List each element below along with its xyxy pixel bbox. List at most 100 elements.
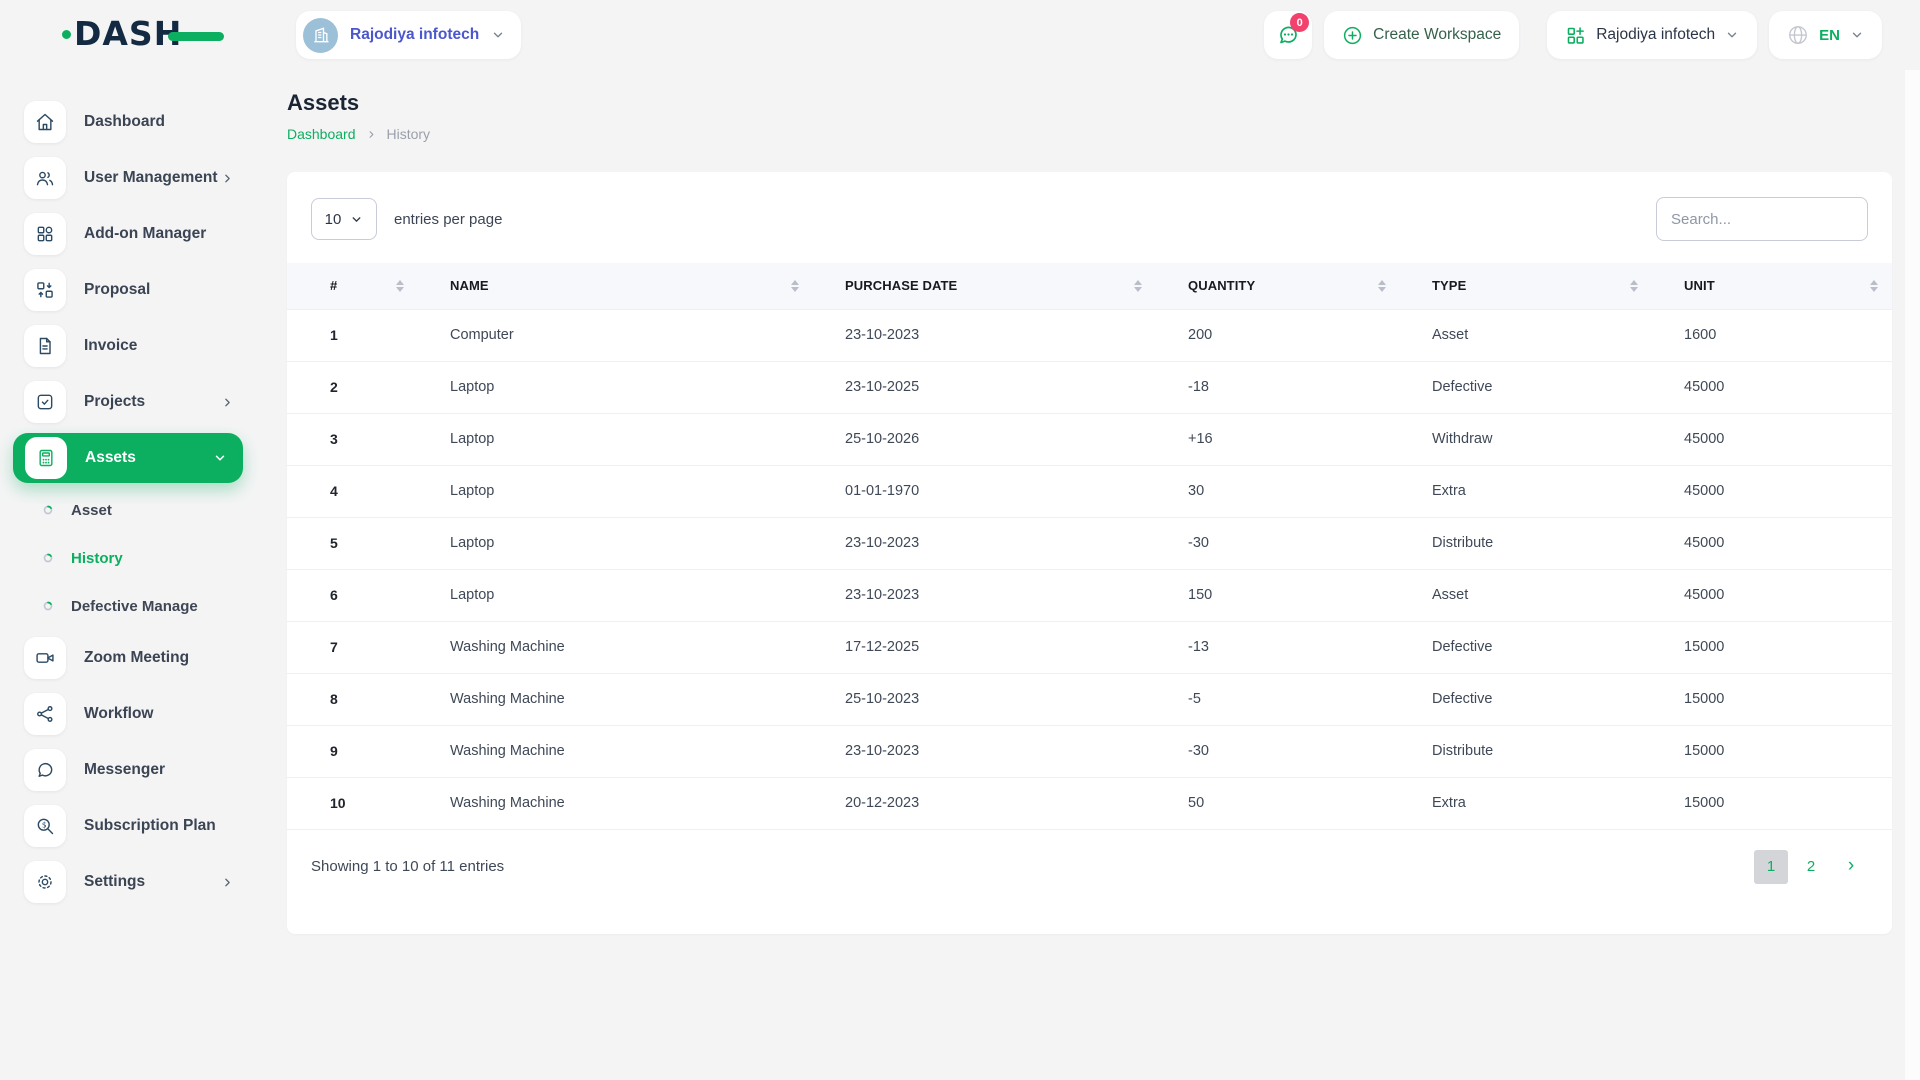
sidebar-item-addon-manager[interactable]: Add-on Manager xyxy=(0,206,256,262)
bullet-icon xyxy=(43,505,53,515)
cell-quantity: -13 xyxy=(1168,620,1412,673)
cell-purchase-date: 25-10-2023 xyxy=(825,672,1168,725)
company-name: Rajodiya infotech xyxy=(1596,26,1716,43)
cell-quantity: -18 xyxy=(1168,360,1412,413)
cell-quantity: 30 xyxy=(1168,464,1412,517)
cell-unit: 45000 xyxy=(1664,568,1892,621)
message-bubble-icon xyxy=(24,749,66,791)
check-square-icon xyxy=(24,381,66,423)
cell-unit: 15000 xyxy=(1664,724,1892,777)
sidebar-item-messenger[interactable]: Messenger xyxy=(0,742,256,798)
table-row[interactable]: 4 Laptop 01-01-1970 30 Extra 45000 xyxy=(287,464,1892,517)
brand-logo[interactable]: DASH xyxy=(62,16,225,52)
sidebar-item-workflow[interactable]: Workflow xyxy=(0,686,256,742)
cell-purchase-date: 23-10-2023 xyxy=(825,724,1168,777)
sidebar-item-assets[interactable]: Assets xyxy=(13,433,243,483)
column-header-unit[interactable]: UNIT xyxy=(1664,263,1892,309)
cell-unit: 15000 xyxy=(1664,776,1892,830)
table-body: 1 Computer 23-10-2023 200 Asset 1600 2 L… xyxy=(287,308,1892,830)
sidebar: Dashboard User Management Add-on Manager… xyxy=(0,70,256,1080)
table-row[interactable]: 8 Washing Machine 25-10-2023 -5 Defectiv… xyxy=(287,672,1892,725)
scrollbar[interactable] xyxy=(1905,70,1920,1080)
cell-index: 5 xyxy=(287,516,430,569)
table-header-row: # NAME PURCHASE DATE QUANTITY TYPE UNIT xyxy=(287,263,1892,309)
search-input[interactable] xyxy=(1656,197,1868,241)
entries-per-page-select[interactable]: 10 xyxy=(311,198,377,240)
sidebar-item-user-management[interactable]: User Management xyxy=(0,150,256,206)
column-header-type[interactable]: TYPE xyxy=(1412,263,1664,309)
cell-purchase-date: 01-01-1970 xyxy=(825,464,1168,517)
chevron-down-icon xyxy=(493,32,503,38)
cell-quantity: -30 xyxy=(1168,516,1412,569)
cell-name: Computer xyxy=(430,308,825,361)
sidebar-item-zoom-meeting[interactable]: Zoom Meeting xyxy=(0,630,256,686)
showing-entries-text: Showing 1 to 10 of 11 entries xyxy=(311,858,505,875)
breadcrumb-dashboard-link[interactable]: Dashboard xyxy=(287,126,356,142)
cell-purchase-date: 25-10-2026 xyxy=(825,412,1168,465)
table-row[interactable]: 2 Laptop 23-10-2025 -18 Defective 45000 xyxy=(287,360,1892,413)
submenu-item-defective-manage[interactable]: Defective Manage xyxy=(0,582,256,630)
sidebar-item-projects[interactable]: Projects xyxy=(0,374,256,430)
pagination-page-2[interactable]: 2 xyxy=(1794,850,1828,884)
table-row[interactable]: 1 Computer 23-10-2023 200 Asset 1600 xyxy=(287,308,1892,361)
chevron-down-icon xyxy=(1727,32,1737,38)
sort-icon xyxy=(396,279,404,292)
cell-type: Extra xyxy=(1412,464,1664,517)
column-header-quantity[interactable]: QUANTITY xyxy=(1168,263,1412,309)
sidebar-item-settings[interactable]: Settings xyxy=(0,854,256,910)
workspace-switcher[interactable]: Rajodiya infotech xyxy=(296,11,522,59)
swap-squares-icon xyxy=(24,269,66,311)
language-code: EN xyxy=(1819,26,1840,44)
home-icon xyxy=(24,101,66,143)
cell-type: Distribute xyxy=(1412,516,1664,569)
sort-icon xyxy=(1134,279,1142,292)
cell-name: Laptop xyxy=(430,516,825,569)
column-header-purchase-date[interactable]: PURCHASE DATE xyxy=(825,263,1168,309)
cell-index: 6 xyxy=(287,568,430,621)
submenu-item-asset[interactable]: Asset xyxy=(0,486,256,534)
sidebar-item-dashboard[interactable]: Dashboard xyxy=(0,94,256,150)
column-header-index[interactable]: # xyxy=(287,263,430,309)
table-row[interactable]: 5 Laptop 23-10-2023 -30 Distribute 45000 xyxy=(287,516,1892,569)
company-dropdown[interactable]: Rajodiya infotech xyxy=(1547,11,1758,59)
chevron-down-icon xyxy=(1852,32,1862,38)
cell-index: 9 xyxy=(287,724,430,777)
cell-purchase-date: 23-10-2023 xyxy=(825,308,1168,361)
building-icon xyxy=(313,27,328,43)
table-row[interactable]: 6 Laptop 23-10-2023 150 Asset 45000 xyxy=(287,568,1892,621)
bullet-icon xyxy=(43,601,53,611)
table-row[interactable]: 10 Washing Machine 20-12-2023 50 Extra 1… xyxy=(287,776,1892,830)
chevron-right-icon xyxy=(225,878,230,886)
bullet-icon xyxy=(43,553,53,563)
grid-plus-icon xyxy=(1567,26,1585,44)
cell-purchase-date: 20-12-2023 xyxy=(825,776,1168,830)
cell-index: 3 xyxy=(287,412,430,465)
share-nodes-icon xyxy=(24,693,66,735)
sidebar-item-invoice[interactable]: Invoice xyxy=(0,318,256,374)
cell-index: 4 xyxy=(287,464,430,517)
messages-button[interactable]: 0 xyxy=(1264,11,1313,59)
table-controls: 10 entries per page xyxy=(287,172,1892,241)
cell-type: Extra xyxy=(1412,776,1664,830)
table-row[interactable]: 3 Laptop 25-10-2026 +16 Withdraw 45000 xyxy=(287,412,1892,465)
pagination-page-1[interactable]: 1 xyxy=(1754,849,1788,884)
cell-type: Asset xyxy=(1412,568,1664,621)
table-row[interactable]: 7 Washing Machine 17-12-2025 -13 Defecti… xyxy=(287,620,1892,673)
submenu-item-history[interactable]: History xyxy=(0,534,256,582)
sort-icon xyxy=(791,279,799,292)
column-header-name[interactable]: NAME xyxy=(430,263,825,309)
pagination-next-button[interactable]: › xyxy=(1834,850,1868,884)
sort-icon xyxy=(1378,279,1386,292)
table-row[interactable]: 9 Washing Machine 23-10-2023 -30 Distrib… xyxy=(287,724,1892,777)
topbar-actions: 0 Create Workspace Rajodiya infotech EN xyxy=(1264,11,1882,59)
workspace-avatar xyxy=(303,17,338,53)
language-selector[interactable]: EN xyxy=(1769,11,1882,59)
chevron-down-icon xyxy=(215,455,225,461)
cell-purchase-date: 23-10-2023 xyxy=(825,516,1168,569)
cell-type: Asset xyxy=(1412,308,1664,361)
sidebar-item-proposal[interactable]: Proposal xyxy=(0,262,256,318)
users-icon xyxy=(24,157,66,199)
sidebar-item-subscription-plan[interactable]: $ Subscription Plan xyxy=(0,798,256,854)
create-workspace-button[interactable]: Create Workspace xyxy=(1324,11,1520,59)
create-workspace-label: Create Workspace xyxy=(1373,26,1502,43)
